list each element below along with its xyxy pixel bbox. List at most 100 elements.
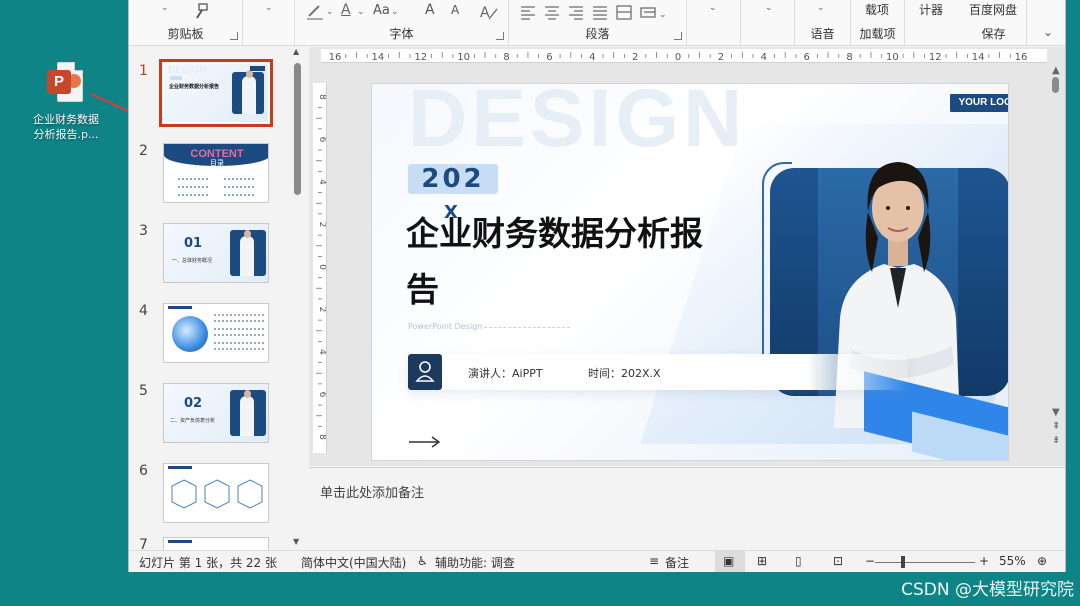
slide-sorter-icon[interactable]: ⊞: [757, 554, 767, 568]
svg-text:A: A: [480, 5, 490, 21]
addins-group-label: 加载项: [859, 27, 896, 41]
ruler-label: 2: [317, 222, 327, 228]
ruler-label: 16: [1015, 52, 1028, 63]
ruler-label: 6: [317, 392, 327, 398]
calculator-button-label[interactable]: 计器: [919, 1, 943, 18]
ruler-label: 0: [317, 264, 327, 270]
editing-caret-icon[interactable]: ⌄: [765, 0, 773, 14]
slideshow-icon[interactable]: ⊡: [833, 554, 843, 568]
thumbnail-section-text: 一、总体财务概况: [172, 258, 213, 264]
collapse-ribbon-icon[interactable]: ⌄: [1043, 25, 1053, 39]
ruler-label: 8: [503, 52, 509, 63]
paragraph-group: ⌄ 段落: [509, 0, 687, 46]
ruler-label: 12: [414, 52, 427, 63]
zoom-out-button[interactable]: −: [865, 554, 875, 568]
zoom-slider-thumb[interactable]: [901, 556, 905, 568]
year-box: 202: [408, 164, 498, 194]
thumbnail-card: 02 二、资产负债表分析: [163, 383, 269, 443]
ruler-label: 4: [761, 52, 767, 63]
slide-count: 幻灯片 第 1 张，共 22 张: [139, 556, 277, 570]
slide-editor: 16 14 12 10 8 6 4 2 0 2 4 6 8 10 12 14 16 864202468 DESI…: [309, 47, 1065, 466]
voice-group-label: 语音: [810, 27, 835, 41]
accessibility-icon[interactable]: ♿: [417, 554, 428, 568]
notes-pane[interactable]: 单击此处添加备注: [309, 467, 1065, 550]
paragraph-launcher-icon[interactable]: [674, 32, 682, 40]
presenter-bar: 演讲人：AiPPT 时间：202X.X: [408, 354, 908, 390]
drawing-caret-icon[interactable]: ⌄: [709, 0, 717, 14]
thumbnail-scrollbar[interactable]: ▲ ▼: [292, 47, 304, 550]
thumbnail-number: 7: [139, 537, 148, 550]
ruler-label: 4: [589, 52, 595, 63]
next-slide-icon[interactable]: ⇟: [1052, 435, 1060, 446]
ruler-label: 14: [372, 52, 385, 63]
editor-scroll-thumb[interactable]: [1052, 77, 1059, 93]
layout-caret-icon[interactable]: ⌄: [265, 0, 273, 14]
scroll-down-icon[interactable]: ▼: [1052, 407, 1060, 418]
zoom-level[interactable]: 55%: [999, 554, 1026, 568]
change-case-button[interactable]: Aa: [373, 3, 390, 18]
ruler-label: 8: [317, 94, 327, 100]
language-indicator[interactable]: 简体中文(中国大陆): [301, 554, 406, 571]
drawing-group-fragment: ⌄: [687, 0, 741, 46]
zoom-in-button[interactable]: +: [979, 554, 989, 568]
thumbnail-slide-1[interactable]: 1 DESIGN 企业财务数据分析报告: [137, 59, 273, 127]
format-painter-icon[interactable]: [191, 2, 211, 20]
scroll-up-icon[interactable]: ▲: [293, 47, 299, 56]
ruler-label: 6: [546, 52, 552, 63]
scroll-up-icon[interactable]: ▲: [1052, 65, 1060, 76]
scroll-down-icon[interactable]: ▼: [293, 537, 299, 546]
thumbnail-slide-2[interactable]: 2 CONTENT 目录: [137, 143, 272, 205]
ruler-label: 10: [886, 52, 899, 63]
slides-group-fragment: ⌄: [243, 0, 295, 46]
ruler-label: 0: [675, 52, 681, 63]
zoom-slider[interactable]: [875, 562, 975, 563]
ribbon: ⌄ 剪贴板 ⌄ ⌄ A ⌄ Aa ⌄ A A A 字体 ⌄ 段落 ⌄ ⌄ ⌄ 语…: [129, 0, 1065, 46]
slide-canvas[interactable]: DESIGN YOUR LO 202 X 企业财务数据分析报 告 PowerPo…: [371, 83, 1009, 461]
thumbnail-section-number: 02: [184, 396, 203, 411]
reading-view-icon[interactable]: ▯: [795, 554, 802, 568]
editor-scrollbar[interactable]: ▲ ▼ ⇞ ⇟: [1049, 65, 1063, 465]
notes-placeholder: 单击此处添加备注: [320, 486, 425, 501]
voice-group: ⌄ 语音: [795, 0, 851, 46]
alignment-icons[interactable]: ⌄: [519, 4, 679, 20]
slide-title[interactable]: 企业财务数据分析报 告: [406, 206, 746, 318]
font-launcher-icon[interactable]: [496, 32, 504, 40]
thumbnail-section-text: 二、资产负债表分析: [170, 418, 216, 424]
fit-to-window-icon[interactable]: ⊕: [1037, 554, 1047, 568]
thumbnail-number: 3: [139, 223, 148, 239]
clear-formatting-icon[interactable]: A: [479, 3, 499, 21]
highlight-caret-icon[interactable]: ⌄: [326, 2, 334, 18]
thumbnail-slide-5[interactable]: 5 02 二、资产负债表分析: [137, 383, 272, 445]
clipboard-launcher-icon[interactable]: [230, 32, 238, 40]
vertical-ruler[interactable]: 8 6 4 2 0 2 4 6 8: [313, 83, 327, 453]
presenter-text: 演讲人：AiPPT: [468, 367, 543, 380]
baidu-netdisk-button[interactable]: 百度网盘: [969, 1, 1017, 18]
horizontal-ruler[interactable]: 16 14 12 10 8 6 4 2 0 2 4 6 8 10 12 14 16: [321, 49, 1047, 63]
thumbnail-slide-3[interactable]: 3 01 一、总体财务概况: [137, 223, 272, 285]
thumbnail-scroll-thumb[interactable]: [294, 63, 301, 195]
previous-slide-icon[interactable]: ⇞: [1052, 421, 1060, 432]
font-color-caret-icon[interactable]: ⌄: [357, 2, 365, 18]
save-group-label: 保存: [981, 27, 1006, 41]
dictate-caret-icon[interactable]: ⌄: [817, 0, 825, 14]
shrink-font-button[interactable]: A: [451, 3, 459, 17]
font-color-button[interactable]: A: [341, 2, 351, 18]
person-icon: [408, 354, 442, 390]
accessibility-status[interactable]: 辅助功能: 调查: [435, 554, 515, 571]
watermark-text: CSDN @大模型研究院: [901, 580, 1074, 600]
highlight-pen-icon[interactable]: [305, 4, 325, 20]
thumbnail-slide-7[interactable]: 7: [137, 537, 272, 550]
grow-font-button[interactable]: A: [425, 2, 435, 18]
ruler-label: 16: [329, 52, 342, 63]
notes-button[interactable]: 备注: [665, 554, 689, 571]
thumbnail-slide-6[interactable]: 6: [137, 463, 272, 525]
addins-button-label[interactable]: 载项: [865, 1, 889, 18]
change-case-caret-icon[interactable]: ⌄: [391, 2, 399, 18]
paste-caret-icon[interactable]: ⌄: [161, 0, 169, 14]
thumbnail-number: 2: [139, 143, 148, 159]
ruler-label: 12: [929, 52, 942, 63]
ruler-label: 6: [803, 52, 809, 63]
slide-thumbnail-panel: 1 DESIGN 企业财务数据分析报告 2 CONTENT 目录 3 01 一、…: [129, 47, 307, 550]
thumbnail-slide-4[interactable]: 4: [137, 303, 272, 365]
notes-icon[interactable]: ≡: [649, 554, 659, 568]
